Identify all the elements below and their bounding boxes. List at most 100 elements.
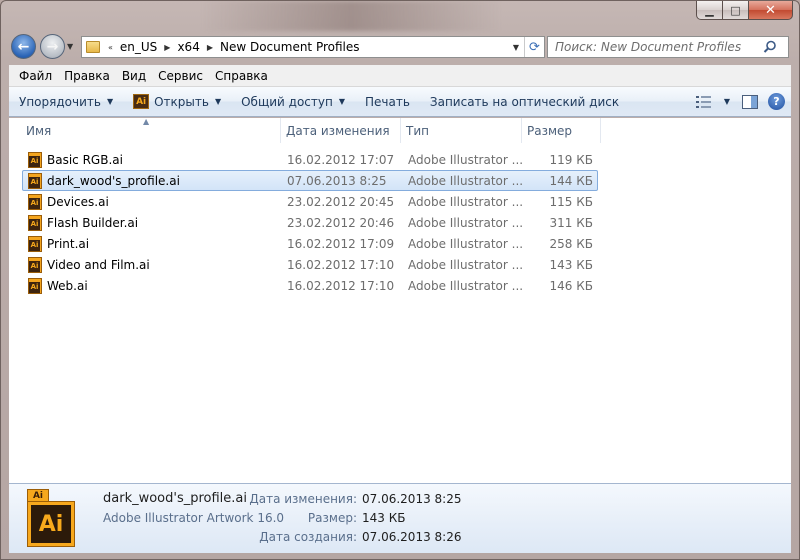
- command-bar-right: ▼ ?: [690, 87, 791, 116]
- organize-label: Упорядочить: [19, 94, 101, 109]
- recent-pages-dropdown[interactable]: ▼: [67, 42, 73, 51]
- background-blur: [201, 1, 501, 31]
- address-bar[interactable]: « en_US ▶ x64 ▶ New Document Profiles ▼ …: [81, 36, 545, 58]
- file-date: 16.02.2012 17:10: [287, 278, 395, 293]
- change-view-button[interactable]: [690, 95, 718, 108]
- file-size: 115 КБ: [549, 194, 593, 209]
- illustrator-file-icon: Ai: [27, 193, 43, 210]
- folder-icon: [86, 41, 100, 53]
- menu-help[interactable]: Справка: [209, 69, 274, 83]
- details-size-label: Размер:: [307, 511, 357, 525]
- details-modified-value[interactable]: 07.06.2013 8:25: [362, 492, 461, 506]
- view-list-icon: [695, 95, 711, 108]
- file-type: Adobe Illustrator ...: [408, 152, 524, 167]
- illustrator-file-icon: Ai: [27, 256, 43, 273]
- open-button[interactable]: Ai Открыть ▼: [123, 87, 231, 116]
- file-row[interactable]: Ai Web.ai 16.02.2012 17:10 Adobe Illustr…: [22, 275, 598, 296]
- navigation-bar: ← → ▼ « en_US ▶ x64 ▶ New Document Profi…: [9, 34, 791, 60]
- file-name: Basic RGB.ai: [47, 152, 123, 167]
- menu-bar: Файл Правка Вид Сервис Справка: [9, 65, 791, 87]
- chevron-right-icon[interactable]: ▶: [160, 43, 174, 52]
- forward-button[interactable]: →: [40, 34, 65, 59]
- column-name-label: Имя: [26, 123, 52, 138]
- file-size: 119 КБ: [549, 152, 593, 167]
- file-list: Имя ▲ Дата изменения Тип Размер Ai Basic…: [9, 117, 791, 483]
- help-icon: ?: [773, 95, 780, 108]
- menu-file[interactable]: Файл: [13, 69, 58, 83]
- refresh-icon: ⟳: [529, 39, 540, 55]
- column-header-size[interactable]: Размер: [522, 118, 601, 143]
- column-header-date[interactable]: Дата изменения: [281, 118, 401, 143]
- breadcrumb-new-document-profiles[interactable]: New Document Profiles: [217, 37, 363, 57]
- file-date: 16.02.2012 17:10: [287, 257, 395, 272]
- search-input[interactable]: [555, 40, 761, 54]
- file-row[interactable]: Ai Devices.ai 23.02.2012 20:45 Adobe Ill…: [22, 191, 598, 212]
- file-name: dark_wood's_profile.ai: [47, 173, 180, 188]
- chevron-down-icon: ▼: [67, 42, 74, 51]
- menu-tools[interactable]: Сервис: [152, 69, 209, 83]
- column-header-name[interactable]: Имя ▲: [9, 117, 281, 143]
- file-date: 16.02.2012 17:09: [287, 236, 395, 251]
- search-icon[interactable]: [761, 38, 779, 56]
- refresh-button[interactable]: ⟳: [524, 37, 544, 57]
- illustrator-file-icon: Ai: [27, 277, 43, 294]
- chevron-down-icon: ▼: [106, 97, 114, 106]
- chevron-down-icon: ▼: [723, 97, 730, 106]
- search-box[interactable]: [547, 36, 789, 58]
- file-row[interactable]: Ai Flash Builder.ai 23.02.2012 20:46 Ado…: [22, 212, 598, 233]
- chevron-down-icon: ▼: [512, 42, 520, 52]
- file-row[interactable]: Ai dark_wood's_profile.ai 07.06.2013 8:2…: [22, 170, 598, 191]
- preview-pane-icon: [742, 94, 758, 109]
- help-button[interactable]: ?: [768, 93, 785, 110]
- details-created-label: Дата создания:: [259, 530, 357, 544]
- preview-pane-button[interactable]: [736, 94, 764, 109]
- file-row[interactable]: Ai Video and Film.ai 16.02.2012 17:10 Ad…: [22, 254, 598, 275]
- print-label: Печать: [364, 94, 410, 109]
- double-chevron-icon[interactable]: «: [104, 43, 117, 52]
- menu-view[interactable]: Вид: [116, 69, 152, 83]
- file-date: 23.02.2012 20:45: [287, 194, 395, 209]
- share-button[interactable]: Общий доступ ▼: [231, 87, 355, 116]
- file-row[interactable]: Ai Basic RGB.ai 16.02.2012 17:07 Adobe I…: [22, 149, 598, 170]
- file-row[interactable]: Ai Print.ai 16.02.2012 17:09 Adobe Illus…: [22, 233, 598, 254]
- breadcrumb-en-us[interactable]: en_US: [117, 37, 160, 57]
- file-size: 258 КБ: [549, 236, 593, 251]
- close-button[interactable]: ✕: [749, 1, 793, 20]
- icon-main-label: Ai: [31, 505, 71, 543]
- file-type: Adobe Illustrator ...: [408, 257, 524, 272]
- illustrator-file-icon: Ai: [27, 235, 43, 252]
- file-size: 146 КБ: [549, 278, 593, 293]
- column-header-type[interactable]: Тип: [401, 118, 522, 143]
- chevron-down-icon: ▼: [214, 97, 222, 106]
- file-name: Web.ai: [47, 278, 88, 293]
- minimize-button[interactable]: ▁: [696, 1, 723, 20]
- maximize-button[interactable]: □: [723, 1, 749, 20]
- organize-button[interactable]: Упорядочить ▼: [9, 87, 123, 116]
- file-name: Devices.ai: [47, 194, 109, 209]
- maximize-icon: □: [730, 3, 741, 17]
- address-dropdown-button[interactable]: ▼: [508, 37, 524, 57]
- arrow-left-icon: ←: [17, 38, 30, 55]
- file-type: Adobe Illustrator ...: [408, 215, 524, 230]
- illustrator-file-icon: Ai: [27, 214, 43, 231]
- burn-button[interactable]: Записать на оптический диск: [420, 87, 629, 116]
- share-label: Общий доступ: [241, 94, 333, 109]
- chevron-right-icon[interactable]: ▶: [203, 43, 217, 52]
- column-size-label: Размер: [527, 123, 573, 138]
- file-date: 16.02.2012 17:07: [287, 152, 395, 167]
- back-button[interactable]: ←: [11, 34, 36, 59]
- close-icon: ✕: [765, 2, 776, 18]
- breadcrumb-x64[interactable]: x64: [174, 37, 202, 57]
- file-name: Video and Film.ai: [47, 257, 150, 272]
- file-rows: Ai Basic RGB.ai 16.02.2012 17:07 Adobe I…: [22, 149, 598, 296]
- print-button[interactable]: Печать: [355, 87, 420, 116]
- file-size: 311 КБ: [549, 215, 593, 230]
- menu-edit[interactable]: Правка: [58, 69, 116, 83]
- file-type: Adobe Illustrator ...: [408, 236, 524, 251]
- file-size: 144 КБ: [549, 173, 593, 188]
- illustrator-file-icon: Ai: [27, 172, 43, 189]
- sort-ascending-icon: ▲: [143, 117, 150, 126]
- view-options-button[interactable]: ▼: [718, 97, 736, 106]
- file-type: Adobe Illustrator ...: [408, 278, 524, 293]
- details-created-value[interactable]: 07.06.2013 8:26: [362, 530, 461, 544]
